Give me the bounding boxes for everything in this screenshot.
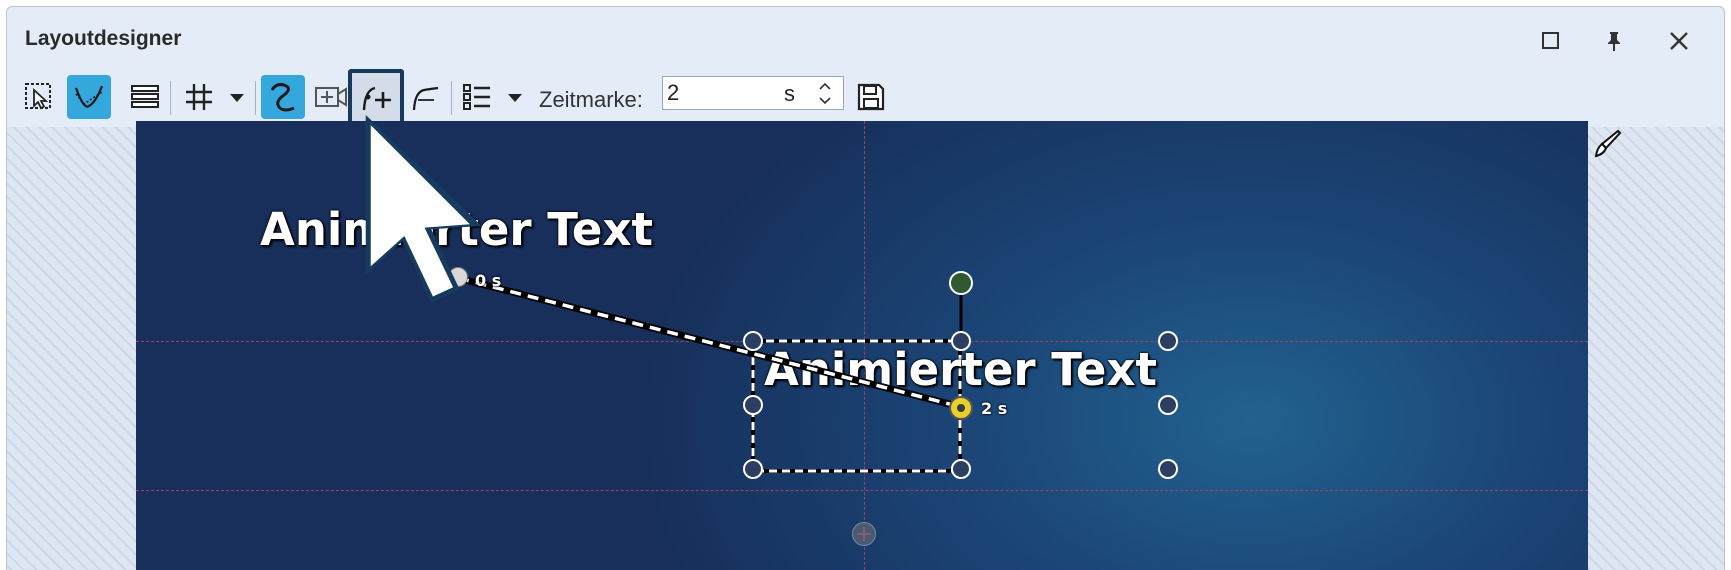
path-curve-icon: [74, 85, 104, 108]
pin-icon: [1608, 32, 1620, 51]
resize-handle-bottom-left[interactable]: [743, 459, 763, 479]
select-icon: [25, 83, 51, 110]
resize-handle-top[interactable]: [951, 331, 971, 351]
maximize-icon: [1542, 32, 1559, 49]
rotation-handle[interactable]: [949, 271, 973, 295]
crosshair-icon: [857, 527, 871, 541]
chevron-down-icon: [819, 97, 831, 105]
zeitmarke-unit: s: [784, 81, 795, 106]
time-label-end: 2 s: [981, 399, 1008, 418]
motion-path-button[interactable]: [261, 75, 305, 119]
resize-handle-left[interactable]: [743, 395, 763, 415]
resize-handle-bottom-right[interactable]: [1158, 459, 1178, 479]
layers-button[interactable]: [123, 75, 167, 119]
grid-button[interactable]: [177, 75, 221, 119]
toolbar: Zeitmarke: s: [7, 69, 1724, 127]
save-icon: [857, 83, 885, 111]
chevron-down-icon: [230, 94, 244, 102]
select-tool-button[interactable]: [17, 75, 61, 119]
title-bar: Layoutdesigner: [7, 7, 1724, 69]
chevron-down-icon: [508, 94, 522, 102]
grid-dropdown[interactable]: [227, 91, 247, 105]
camera-icon: [315, 87, 347, 107]
brush-button[interactable]: [1590, 128, 1622, 160]
resize-handle-top-right[interactable]: [1158, 331, 1178, 351]
close-button[interactable]: [1659, 21, 1699, 61]
maximize-button[interactable]: [1531, 21, 1571, 61]
stage-canvas[interactable]: Animierter Text Animierter Text 0 s 2 s: [136, 121, 1588, 570]
zeitmarke-field[interactable]: s: [662, 76, 844, 110]
chevron-up-icon: [819, 82, 831, 90]
zeitmarke-label: Zeitmarke:: [539, 87, 643, 112]
spin-up-button[interactable]: [815, 79, 835, 93]
window-title: Layoutdesigner: [25, 27, 182, 50]
resize-handle-bottom[interactable]: [951, 459, 971, 479]
path-curve-button[interactable]: [67, 75, 111, 119]
save-button[interactable]: [849, 75, 893, 119]
resize-handle-right[interactable]: [1158, 395, 1178, 415]
center-anchor[interactable]: [852, 522, 876, 546]
motion-path-icon: [270, 83, 295, 112]
grid-icon: [186, 84, 212, 110]
pin-button[interactable]: [1594, 21, 1634, 61]
motion-path-line: [457, 274, 962, 411]
layers-icon: [131, 85, 159, 108]
brush-icon: [1594, 129, 1622, 158]
zeitmarke-input[interactable]: [667, 80, 777, 106]
list-dropdown[interactable]: [505, 91, 525, 105]
camera-button[interactable]: [309, 75, 353, 119]
mouse-cursor-icon: [365, 115, 482, 304]
spin-down-button[interactable]: [815, 94, 835, 108]
close-icon: [1670, 32, 1688, 50]
keyframe-end[interactable]: [949, 396, 973, 420]
resize-handle-top-left[interactable]: [743, 331, 763, 351]
